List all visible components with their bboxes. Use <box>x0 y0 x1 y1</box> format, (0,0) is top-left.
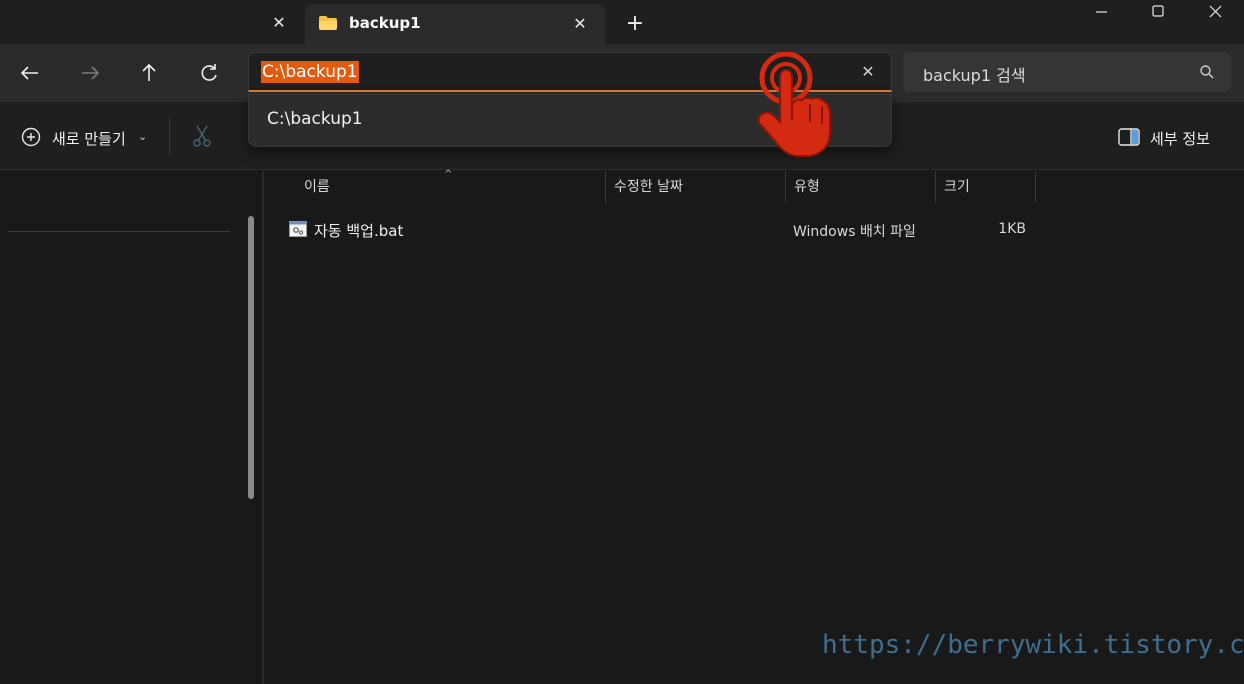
folder-icon <box>319 16 337 30</box>
up-button[interactable] <box>133 57 165 89</box>
column-separator[interactable] <box>605 171 606 203</box>
plus-circle-icon <box>21 127 41 147</box>
chevron-down-icon: ⌄ <box>138 130 148 143</box>
search-icon <box>1200 65 1214 79</box>
column-separator[interactable] <box>935 171 936 203</box>
refresh-button[interactable] <box>193 57 225 89</box>
arrow-right-icon <box>82 66 100 80</box>
close-window-button[interactable] <box>1192 0 1238 30</box>
column-separator[interactable] <box>785 171 786 203</box>
details-pane-icon <box>1118 128 1140 146</box>
tab-title: backup1 <box>349 14 421 32</box>
hand-pointer-icon <box>757 52 831 157</box>
maximize-button[interactable] <box>1135 0 1181 30</box>
back-button[interactable] <box>14 57 46 89</box>
watermark-url: https://berrywiki.tistory.com <box>822 630 1244 660</box>
column-header-name[interactable]: 이름 <box>304 171 330 203</box>
close-icon <box>1209 5 1222 18</box>
new-button-label: 새로 만들기 <box>52 130 126 148</box>
navigation-pane-divider <box>8 231 230 232</box>
title-bar: ✕ backup1 ✕ + <box>0 0 1244 44</box>
column-separator[interactable] <box>1035 171 1036 203</box>
arrow-up-icon <box>142 63 156 81</box>
command-separator <box>169 118 170 156</box>
scissors-icon[interactable] <box>191 124 213 148</box>
address-suggestion-item[interactable]: C:\backup1 <box>267 109 363 129</box>
column-header-type[interactable]: 유형 <box>794 171 820 203</box>
forward-button[interactable] <box>74 57 106 89</box>
navigation-pane-scrollbar[interactable] <box>248 216 254 499</box>
previous-tab-close-icon[interactable]: ✕ <box>266 10 292 36</box>
refresh-icon <box>201 64 217 81</box>
file-row[interactable]: 자동 백업.bat Windows 배치 파일 1KB <box>286 217 1046 241</box>
column-header-size[interactable]: 크기 <box>944 171 970 203</box>
search-box[interactable]: backup1 검색 <box>903 52 1231 92</box>
new-tab-button[interactable]: + <box>620 9 650 39</box>
file-size: 1KB <box>998 221 1026 237</box>
file-type: Windows 배치 파일 <box>793 224 916 240</box>
file-name: 자동 백업.bat <box>314 222 404 240</box>
address-input[interactable]: C:\backup1 <box>261 61 359 83</box>
arrow-left-icon <box>20 66 38 80</box>
tab-backup1[interactable]: backup1 ✕ <box>305 4 605 44</box>
sort-arrow-icon: ^ <box>444 169 453 180</box>
navigation-pane <box>0 171 262 684</box>
clear-address-icon[interactable]: ✕ <box>855 59 881 85</box>
maximize-icon <box>1152 5 1164 17</box>
details-button-label: 세부 정보 <box>1150 130 1210 148</box>
batch-file-icon <box>289 221 307 237</box>
column-header-modified[interactable]: 수정한 날짜 <box>614 171 683 203</box>
minimize-button[interactable] <box>1078 0 1124 30</box>
tab-close-icon[interactable]: ✕ <box>567 11 593 37</box>
minimize-icon <box>1096 11 1107 13</box>
file-list: ^ 이름 수정한 날짜 유형 크기 자동 백업.bat Windows 배치 파… <box>264 169 1244 684</box>
search-input[interactable]: backup1 검색 <box>923 62 1026 86</box>
